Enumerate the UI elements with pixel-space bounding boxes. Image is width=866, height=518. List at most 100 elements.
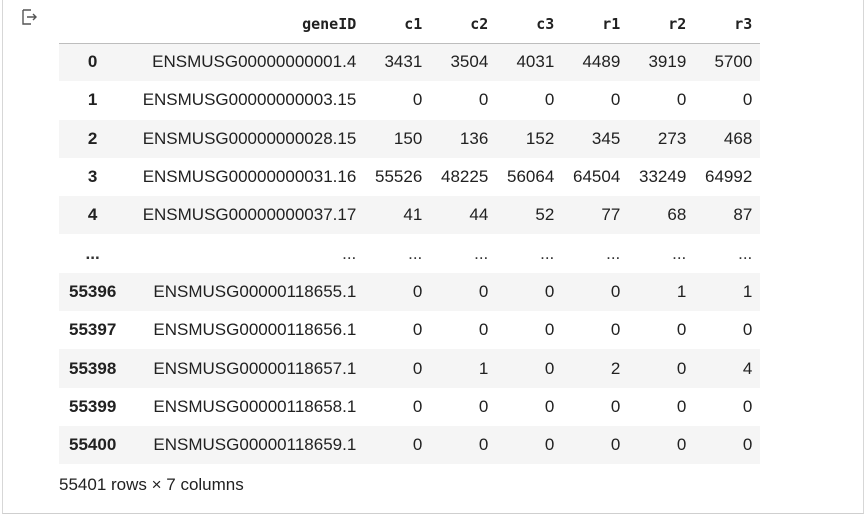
row-index: 55396 bbox=[69, 281, 117, 301]
count-cell: 468 bbox=[723, 128, 753, 148]
table-row: 55399 ENSMUSG00000118658.1 0 0 0 0 0 0 bbox=[59, 388, 760, 426]
table-row: 55400 ENSMUSG00000118659.1 0 0 0 0 0 0 bbox=[59, 425, 761, 465]
row-index: 4 bbox=[87, 205, 98, 225]
row-index: 55400 bbox=[69, 435, 117, 455]
table-row: 55396 ENSMUSG00000118655.1 0 0 0 0 1 1 bbox=[59, 272, 761, 312]
table-row: 3 ENSMUSG00000000031.16 55526 48225 56064 645… bbox=[59, 158, 760, 196]
count-cell: 0 bbox=[610, 396, 621, 416]
table-row: 0 ENSMUSG00000000001.4 3431 3504 4031 4489 391… bbox=[59, 43, 761, 82]
row-index: 3 bbox=[87, 167, 98, 187]
count-cell: 4 bbox=[742, 358, 753, 378]
count-cell: 55526 bbox=[375, 167, 423, 187]
count-cell: 3919 bbox=[648, 52, 687, 72]
table-header: geneID c1 c2 c3 r1 r2 r3 bbox=[59, 3, 761, 44]
count-cell: 33249 bbox=[639, 167, 687, 187]
count-cell: 345 bbox=[591, 128, 621, 148]
gene-id-cell: ENSMUSG00000000031.16 bbox=[142, 167, 357, 187]
count-cell: 0 bbox=[742, 90, 753, 110]
count-cell: 0 bbox=[676, 396, 687, 416]
count-cell: 64504 bbox=[573, 167, 621, 187]
count-cell: 0 bbox=[676, 435, 687, 455]
row-index: 55399 bbox=[69, 396, 117, 416]
count-cell: 150 bbox=[393, 128, 423, 148]
count-cell: 0 bbox=[412, 320, 423, 340]
header-r2: r2 bbox=[628, 3, 695, 44]
count-cell: 0 bbox=[742, 435, 753, 455]
gene-id-cell: ENSMUSG00000000003.15 bbox=[142, 90, 357, 110]
count-cell: 0 bbox=[412, 435, 423, 455]
count-cell: 0 bbox=[412, 281, 423, 301]
gene-id-cell: ENSMUSG00000118658.1 bbox=[153, 396, 357, 416]
gene-id-cell: ENSMUSG00000000001.4 bbox=[152, 52, 357, 72]
header-c2: c2 bbox=[430, 3, 497, 44]
count-cell: 0 bbox=[676, 358, 687, 378]
header-geneid: geneID bbox=[126, 3, 365, 44]
count-cell: 136 bbox=[459, 128, 489, 148]
count-cell: 3431 bbox=[384, 52, 423, 72]
header-c1: c1 bbox=[364, 3, 431, 44]
count-cell: 0 bbox=[412, 90, 423, 110]
count-cell: 0 bbox=[676, 320, 687, 340]
row-index: 1 bbox=[87, 90, 98, 110]
count-cell: 0 bbox=[742, 320, 753, 340]
header-index bbox=[59, 3, 127, 44]
table-row: 4 ENSMUSG00000000037.17 41 44 52 77 68 87 bbox=[59, 196, 761, 235]
count-cell: 4489 bbox=[582, 52, 621, 72]
table-row: 2 ENSMUSG00000000028.15 150 136 152 345 273 468 bbox=[59, 119, 761, 158]
count-cell: 0 bbox=[610, 435, 621, 455]
row-index: 55397 bbox=[69, 320, 117, 340]
count-cell: ... bbox=[474, 243, 489, 263]
header-r3: r3 bbox=[694, 3, 761, 44]
count-cell: 273 bbox=[657, 128, 687, 148]
count-cell: 44 bbox=[469, 205, 489, 225]
count-cell: 0 bbox=[610, 320, 621, 340]
count-cell: 0 bbox=[544, 320, 555, 340]
count-cell: 0 bbox=[610, 90, 621, 110]
count-cell: 0 bbox=[544, 358, 555, 378]
table-body: 0 ENSMUSG00000000001.4 3431 3504 4031 4489 391… bbox=[59, 43, 761, 465]
count-cell: 77 bbox=[601, 205, 621, 225]
count-cell: ... bbox=[606, 243, 621, 263]
gene-id-cell: ENSMUSG00000118659.1 bbox=[153, 435, 357, 455]
count-cell: ... bbox=[408, 243, 423, 263]
count-cell: 0 bbox=[544, 435, 555, 455]
header-row: geneID c1 c2 c3 r1 r2 r3 bbox=[59, 3, 761, 44]
count-cell: ... bbox=[672, 243, 687, 263]
count-cell: 0 bbox=[544, 396, 555, 416]
header-r1: r1 bbox=[562, 3, 629, 44]
count-cell: 5700 bbox=[714, 52, 753, 72]
count-cell: 0 bbox=[478, 320, 489, 340]
count-cell: 0 bbox=[478, 396, 489, 416]
gene-id-cell: ENSMUSG00000118655.1 bbox=[153, 281, 357, 301]
count-cell: 48225 bbox=[441, 167, 489, 187]
count-cell: 2 bbox=[610, 358, 621, 378]
count-cell: 0 bbox=[478, 435, 489, 455]
row-index: 55398 bbox=[69, 358, 117, 378]
count-cell: 152 bbox=[525, 128, 555, 148]
gene-id-cell: ENSMUSG00000118657.1 bbox=[153, 358, 357, 378]
table-row: 55397 ENSMUSG00000118656.1 0 0 0 0 0 0 bbox=[59, 311, 760, 349]
gene-id-cell: ENSMUSG00000118656.1 bbox=[153, 320, 357, 340]
count-cell: 4031 bbox=[516, 52, 555, 72]
gene-id-cell: ENSMUSG00000000028.15 bbox=[142, 128, 357, 148]
count-cell: ... bbox=[738, 243, 753, 263]
count-cell: 1 bbox=[676, 281, 687, 301]
count-cell: ... bbox=[540, 243, 555, 263]
count-cell: 1 bbox=[478, 358, 489, 378]
dataframe-table: geneID c1 c2 c3 r1 r2 r3 0 ENSMUSG0000000… bbox=[59, 3, 761, 465]
row-index: 0 bbox=[87, 52, 98, 72]
count-cell: 0 bbox=[544, 281, 555, 301]
count-cell: 0 bbox=[676, 90, 687, 110]
count-cell: 0 bbox=[412, 358, 423, 378]
count-cell: 0 bbox=[478, 90, 489, 110]
table-row: ........................ bbox=[59, 234, 760, 272]
gene-id-cell: ... bbox=[342, 243, 357, 263]
count-cell: 0 bbox=[544, 90, 555, 110]
count-cell: 1 bbox=[742, 281, 753, 301]
count-cell: 68 bbox=[667, 205, 687, 225]
shape-summary: 55401 rows × 7 columns bbox=[59, 475, 244, 494]
count-cell: 0 bbox=[610, 281, 621, 301]
row-index: 2 bbox=[87, 128, 98, 148]
count-cell: 0 bbox=[478, 281, 489, 301]
output-arrow-icon[interactable] bbox=[20, 8, 38, 26]
